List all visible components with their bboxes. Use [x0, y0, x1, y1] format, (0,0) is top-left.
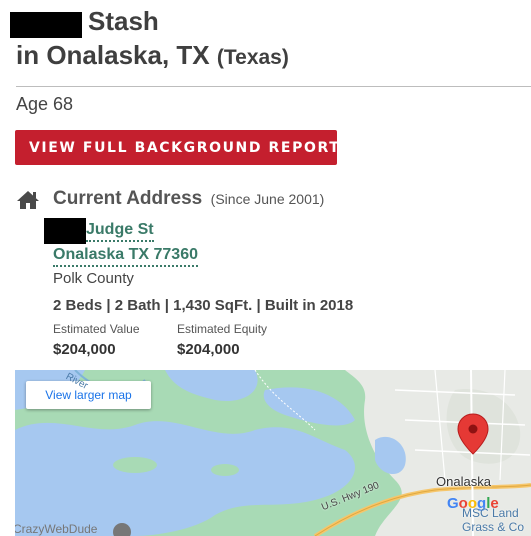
view-full-report-button[interactable]: VIEW FULL BACKGROUND REPORT »	[15, 130, 360, 165]
location-title: in Onalaska, TX	[16, 40, 210, 70]
page-title-line2: in Onalaska, TX (Texas)	[16, 40, 289, 71]
person-surname: Stash	[88, 5, 159, 36]
estimated-value-block: Estimated Value $204,000	[53, 322, 140, 358]
address-heading-text: Current Address	[53, 188, 203, 209]
street-row: Judge St	[44, 218, 154, 244]
title-divider	[16, 86, 531, 87]
city-zip-link[interactable]: Onalaska TX 77360	[53, 246, 198, 267]
person-age: Age 68	[16, 94, 74, 114]
redacted-name-block	[10, 12, 82, 38]
view-larger-map-link[interactable]: View larger map	[26, 381, 151, 409]
estimated-equity-label: Estimated Equity	[177, 322, 268, 336]
property-specs: 2 Beds | 2 Bath | 1,430 SqFt. | Built in…	[53, 297, 354, 314]
embedded-map[interactable]: View larger map River Onalaska U.S. Hwy …	[15, 370, 531, 536]
redacted-house-number	[44, 218, 86, 244]
page-title-line1: Stash	[10, 4, 159, 38]
street-link[interactable]: Judge St	[86, 221, 154, 242]
estimated-equity-block: Estimated Equity $204,000	[177, 322, 267, 358]
address-since: (Since June 2001)	[210, 191, 325, 207]
poi-label-line1: MSC Land	[462, 506, 519, 520]
report-button-label: VIEW FULL BACKGROUND REPORT	[29, 139, 341, 156]
home-icon	[17, 191, 39, 209]
poi-label-line2: Grass & Co	[462, 520, 525, 534]
estimated-value-label: Estimated Value	[53, 322, 140, 336]
state-full-name: (Texas)	[216, 46, 289, 69]
county: Polk County	[53, 270, 134, 287]
estimated-equity: $204,000	[177, 341, 240, 358]
double-chevron-right-icon: »	[348, 136, 362, 158]
estimated-value: $204,000	[53, 341, 116, 358]
watermark: CrazyWebDude	[15, 522, 98, 536]
map-town-label: Onalaska	[436, 474, 491, 489]
poi-label: MSC Land Grass & Co	[462, 506, 524, 534]
current-address-heading: Current Address (Since June 2001)	[53, 188, 324, 210]
